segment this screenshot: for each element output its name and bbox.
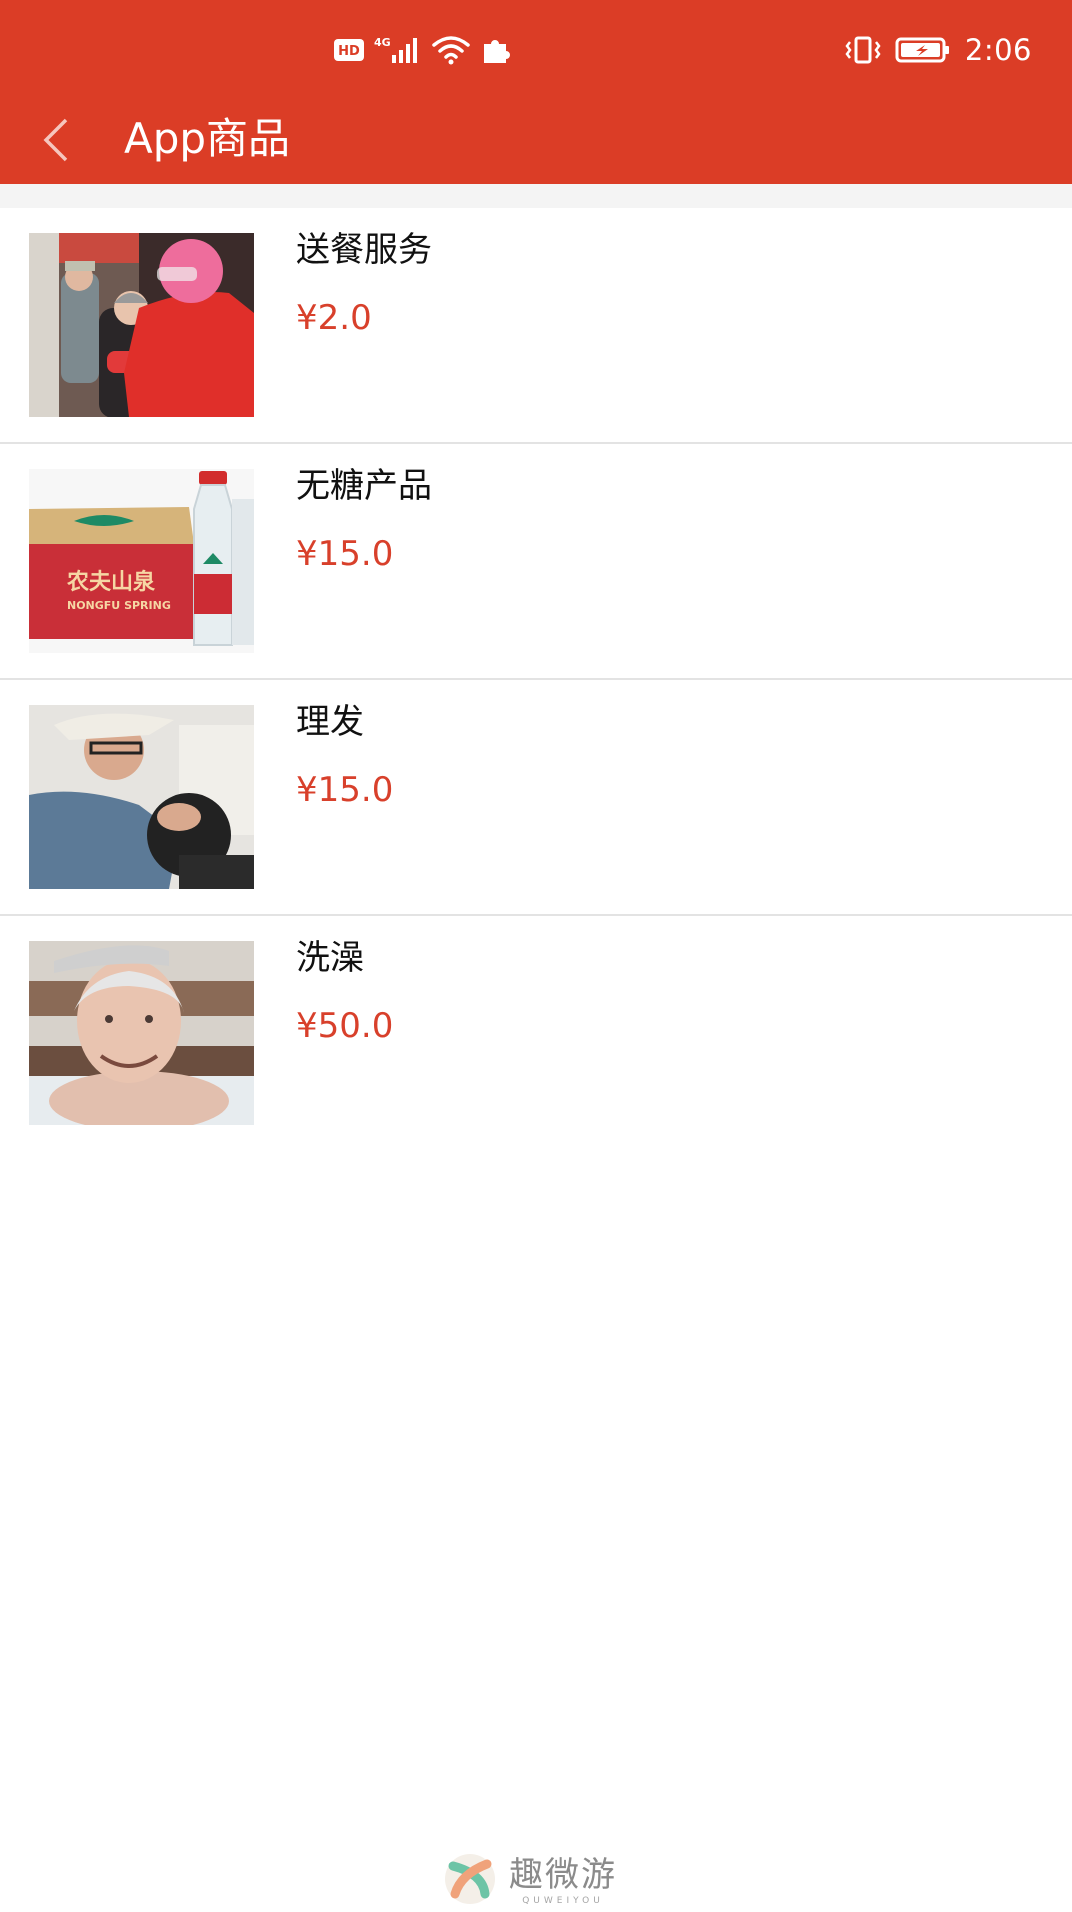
status-time: 2:06 xyxy=(964,33,1032,67)
product-item[interactable]: 农夫山泉 NONGFU SPRING 无糖产品 ¥15.0 xyxy=(0,444,1072,680)
list-top-gap xyxy=(0,184,1072,208)
product-name: 送餐服务 xyxy=(296,230,432,270)
brand-label-cn: 农夫山泉 xyxy=(66,569,156,595)
meal-delivery-photo xyxy=(29,233,254,417)
brand-label-en: NONGFU SPRING xyxy=(67,599,171,612)
product-price: ¥15.0 xyxy=(296,770,394,810)
watermark-name: 趣微游 xyxy=(509,1855,617,1895)
app-bar: HD 4G 2:06 App商品 xyxy=(0,0,1072,184)
puzzle-icon xyxy=(480,36,510,64)
product-name: 无糖产品 xyxy=(296,466,432,506)
hd-icon: HD xyxy=(334,39,364,61)
bottled-water-photo: 农夫山泉 NONGFU SPRING xyxy=(29,469,254,653)
watermark-subtitle: QUWEIYOU xyxy=(522,1896,604,1906)
status-bar: HD 4G 2:06 xyxy=(0,0,1072,100)
network-label: 4G xyxy=(374,36,391,49)
product-name: 理发 xyxy=(296,702,364,742)
chevron-left-icon xyxy=(40,116,72,168)
back-button[interactable] xyxy=(40,106,100,178)
bathing-photo xyxy=(29,941,254,1125)
haircut-photo xyxy=(29,705,254,889)
toolbar: App商品 xyxy=(0,100,1072,184)
watermark-logo-icon xyxy=(443,1852,497,1910)
watermark: 趣微游 QUWEIYOU xyxy=(443,1852,617,1910)
vibrate-icon xyxy=(845,36,881,64)
battery-charging-icon xyxy=(895,36,951,64)
product-name: 洗澡 xyxy=(296,938,364,978)
product-item[interactable]: 送餐服务 ¥2.0 xyxy=(0,208,1072,444)
product-item[interactable]: 洗澡 ¥50.0 xyxy=(0,916,1072,1150)
product-price: ¥50.0 xyxy=(296,1006,394,1046)
product-price: ¥2.0 xyxy=(296,298,372,338)
product-item[interactable]: 理发 ¥15.0 xyxy=(0,680,1072,916)
wifi-icon xyxy=(432,35,470,65)
product-price: ¥15.0 xyxy=(296,534,394,574)
4g-signal-icon: 4G xyxy=(374,35,422,65)
page-title: App商品 xyxy=(124,114,291,163)
product-list: 送餐服务 ¥2.0 农夫山泉 NONGFU SPRING 无糖产品 ¥15.0 xyxy=(0,208,1072,1150)
hd-label: HD xyxy=(338,44,360,59)
